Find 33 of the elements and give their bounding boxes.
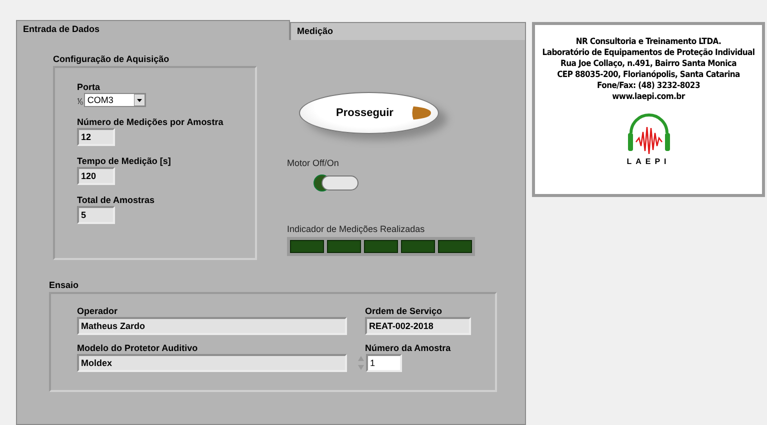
text-field[interactable]: Matheus Zardo <box>77 317 347 335</box>
field-label: Número de Medições por Amostra <box>77 117 224 127</box>
io-icon: ⅟₀ <box>77 94 84 106</box>
field-label: Modelo do Protetor Auditivo <box>77 343 199 353</box>
toggle-label: Motor Off/On <box>287 158 340 168</box>
info-text: Laboratório de Equipamentos de Proteção Individual <box>542 48 755 59</box>
proceed-button[interactable]: Prosseguir <box>299 92 439 134</box>
field-label: Ordem de Serviço <box>365 306 444 316</box>
info-text: CEP 88035-200, Florianópolis, Santa Catarina <box>557 70 740 81</box>
group-title: Ensaio <box>49 280 80 290</box>
headphone-logo-icon <box>626 113 672 155</box>
numeric-field[interactable]: 12 <box>77 128 115 146</box>
field-label: Número da Amostra <box>365 343 451 353</box>
info-text: Fone/Fax: (48) 3232-8023 <box>597 81 700 92</box>
numeric-field[interactable]: 5 <box>77 206 115 224</box>
logo-text: LAEPI <box>626 157 670 166</box>
caret-icon <box>134 94 146 106</box>
numeric-field[interactable]: 120 <box>77 167 115 185</box>
numeric-field[interactable]: 1 <box>366 354 402 372</box>
tab[interactable]: Entrada de Dados <box>16 20 290 40</box>
group-title: Configuração de Aquisição <box>53 54 170 64</box>
tab[interactable]: Medição <box>290 22 526 40</box>
field-label: Tempo de Medição [s] <box>77 156 172 166</box>
info-text: Rua Joe Collaço, n.491, Bairro Santa Monica <box>560 59 736 70</box>
text-field[interactable]: Moldex <box>77 354 347 372</box>
field-label: Operador <box>77 306 119 316</box>
field-label: Porta <box>77 82 102 92</box>
port-dropdown[interactable]: COM3 <box>84 93 146 107</box>
info-text: NR Consultoria e Treinamento LTDA. <box>576 37 722 48</box>
field-label: Total de Amostras <box>77 195 156 205</box>
text-field[interactable]: REAT-002-2018 <box>365 317 471 335</box>
indicator-label: Indicador de Medições Realizadas <box>287 224 426 234</box>
info-text: www.laepi.com.br <box>612 92 685 103</box>
